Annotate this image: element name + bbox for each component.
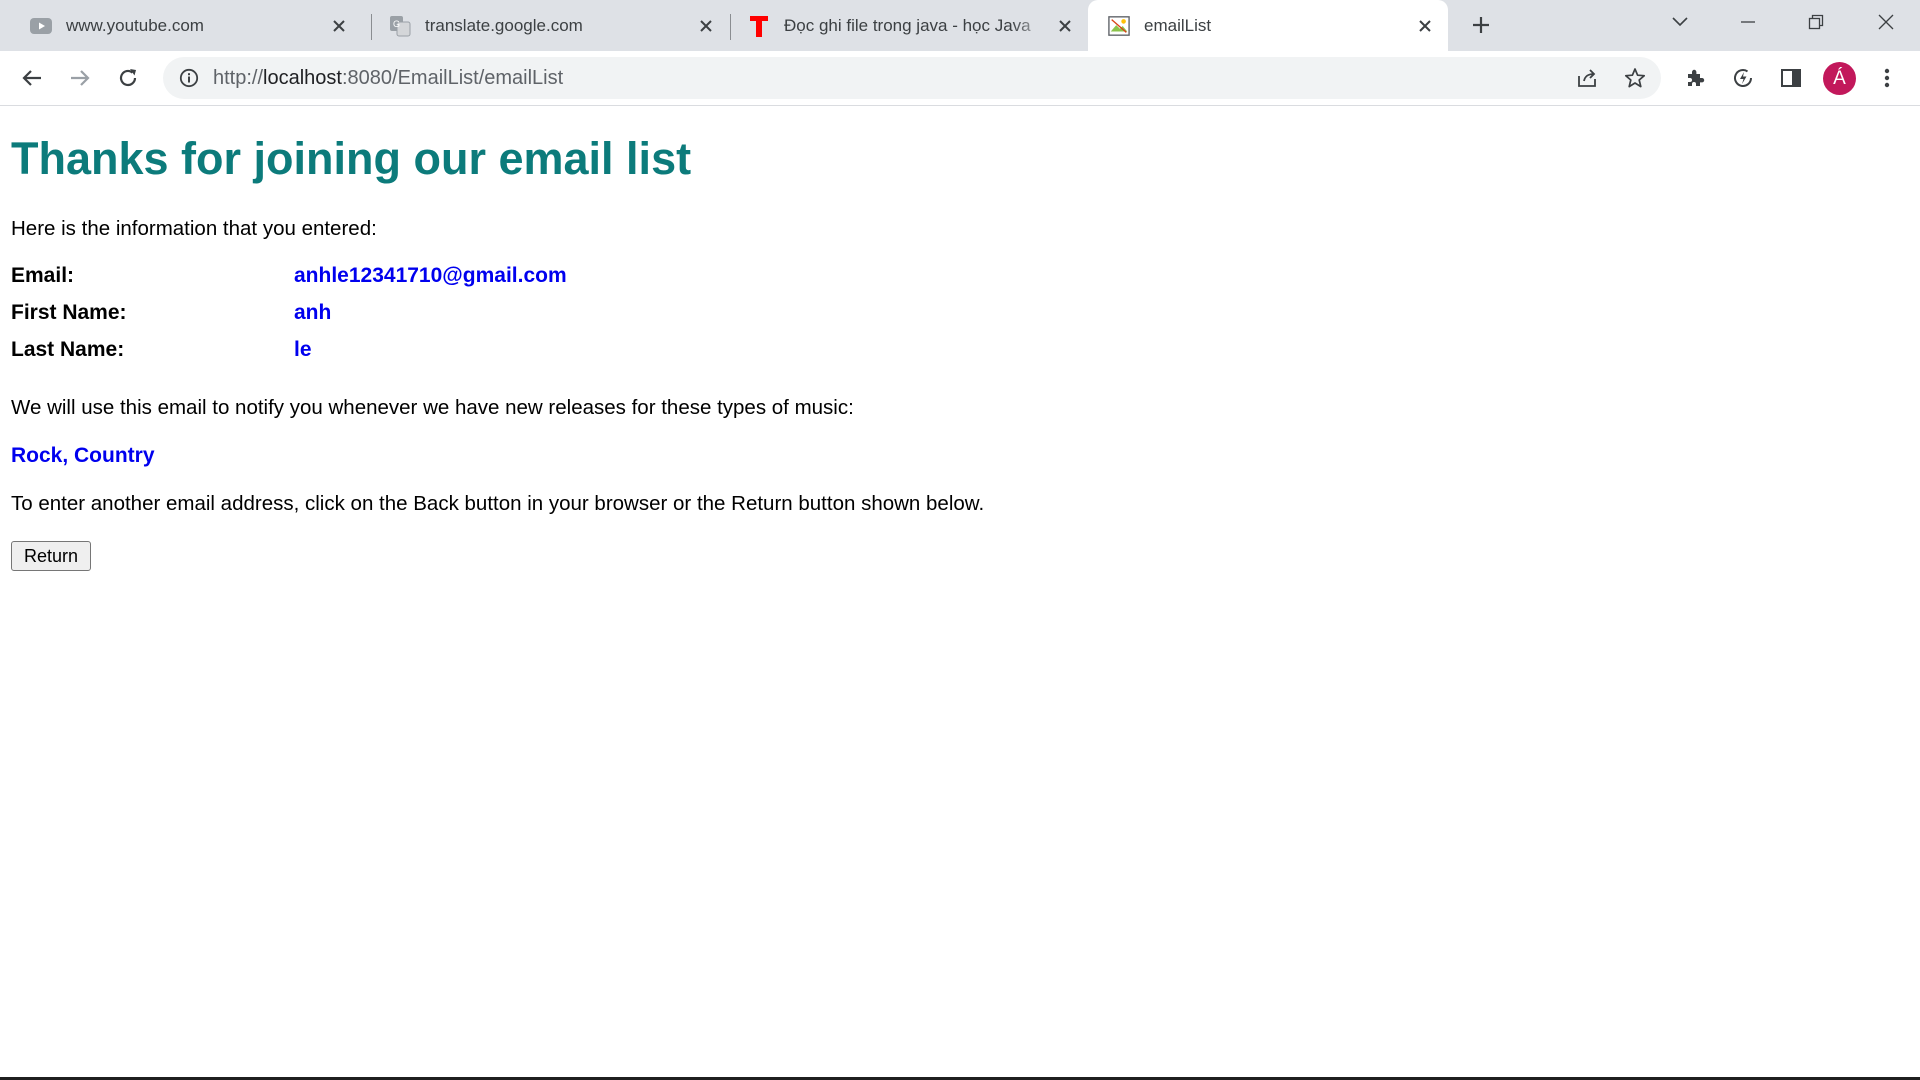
performance-icon[interactable] (1728, 63, 1758, 93)
close-tab-icon[interactable] (1412, 13, 1438, 39)
email-label: Email: (11, 264, 75, 287)
page-content: Thanks for joining our email list Here i… (0, 107, 1920, 1077)
url-scheme: http:// (213, 67, 264, 89)
url-path: :8080/EmailList/emailList (341, 67, 564, 89)
browser-toolbar: http://localhost:8080/EmailList/emailLis… (0, 51, 1920, 106)
minimize-button[interactable] (1720, 0, 1776, 44)
arrow-right-icon (71, 70, 90, 86)
address-bar[interactable]: http://localhost:8080/EmailList/emailLis… (163, 57, 1661, 99)
star-icon[interactable] (1621, 64, 1649, 92)
tab-title: Đọc ghi file trong java - học Java (784, 15, 1031, 35)
restore-button[interactable] (1788, 0, 1844, 44)
return-button[interactable]: Return (11, 541, 91, 571)
reload-button[interactable] (109, 59, 147, 97)
instructions-text: To enter another email address, click on… (11, 492, 985, 515)
minimize-icon (1741, 21, 1755, 23)
svg-text:G: G (393, 19, 400, 29)
youtube-icon (30, 15, 52, 37)
tab-emaillist[interactable]: emailList (1088, 0, 1448, 51)
tab-title: translate.google.com (425, 15, 583, 35)
broken-image-icon (1108, 15, 1130, 37)
close-tab-icon[interactable] (693, 13, 719, 39)
intro-text: Here is the information that you entered… (11, 217, 377, 240)
back-button[interactable] (13, 59, 51, 97)
new-tab-button[interactable] (1466, 10, 1496, 40)
tab-strip: www.youtube.com G translate.google.com Đ… (0, 0, 1920, 51)
extensions-icon[interactable] (1680, 63, 1710, 93)
notify-text: We will use this email to notify you whe… (11, 396, 854, 419)
first-name-value: anh (294, 301, 332, 324)
restore-icon (1808, 14, 1824, 30)
close-tab-icon[interactable] (1052, 13, 1078, 39)
arrow-left-icon (22, 70, 41, 86)
tab-translate[interactable]: G translate.google.com (369, 0, 729, 51)
close-tab-icon[interactable] (326, 13, 352, 39)
last-name-label: Last Name: (11, 338, 125, 361)
info-icon[interactable] (177, 66, 201, 90)
chevron-down-icon (1672, 17, 1688, 27)
close-icon (1878, 14, 1894, 30)
menu-kebab-icon[interactable] (1872, 63, 1902, 93)
forward-button[interactable] (61, 59, 99, 97)
side-panel-icon[interactable] (1776, 63, 1806, 93)
last-name-value: le (294, 338, 312, 361)
translate-icon: G (389, 15, 411, 37)
url-text[interactable]: http://localhost:8080/EmailList/emailLis… (213, 67, 563, 90)
share-icon[interactable] (1573, 64, 1601, 92)
tab-title: www.youtube.com (66, 15, 204, 35)
profile-avatar[interactable]: Á (1823, 62, 1856, 95)
music-types: Rock, Country (11, 444, 155, 467)
plus-icon (1473, 17, 1489, 33)
tab-search-button[interactable] (1652, 0, 1708, 44)
page-title: Thanks for joining our email list (11, 133, 692, 184)
tab-youtube[interactable]: www.youtube.com (10, 0, 362, 51)
tab-title: emailList (1144, 15, 1212, 35)
email-value: anhle12341710@gmail.com (294, 264, 567, 287)
tab-java-article[interactable]: Đọc ghi file trong java - học Java (728, 0, 1088, 51)
first-name-label: First Name: (11, 301, 127, 324)
reload-icon (119, 69, 137, 87)
t-logo-icon (748, 15, 770, 37)
url-host: localhost (263, 67, 342, 89)
close-window-button[interactable] (1858, 0, 1914, 44)
